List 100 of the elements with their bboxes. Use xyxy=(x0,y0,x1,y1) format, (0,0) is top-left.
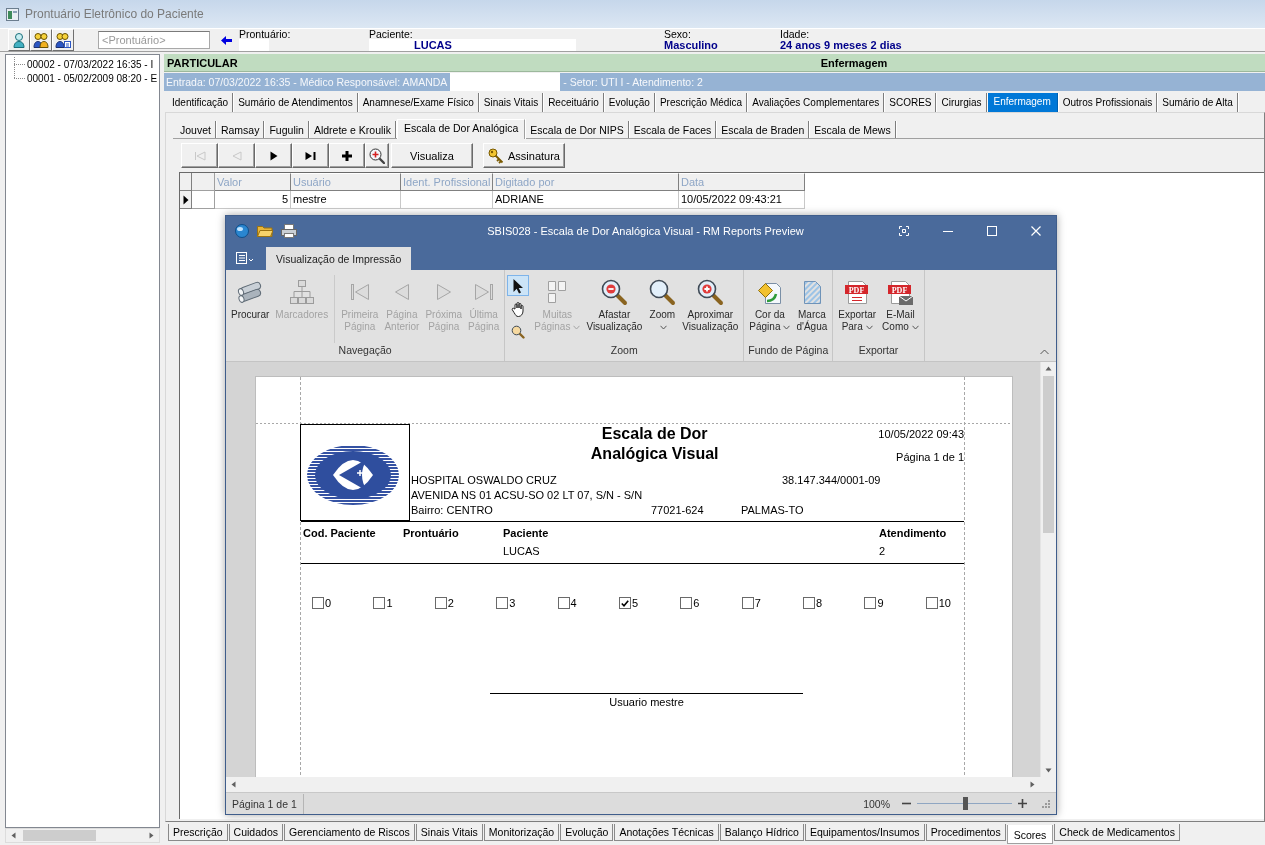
tab[interactable]: Avaliações Complementares xyxy=(748,93,885,112)
hand-icon xyxy=(510,300,527,317)
zoom-options-button[interactable]: Zoom xyxy=(645,275,680,336)
horizontal-scrollbar[interactable] xyxy=(226,777,1040,792)
page-color-button[interactable]: Cor da Página xyxy=(746,275,794,336)
tree-item[interactable]: 00001 - 05/02/2009 08:20 - E xyxy=(27,71,158,85)
tab[interactable]: Enfermagem xyxy=(987,93,1058,112)
zoom-button[interactable] xyxy=(365,143,389,168)
plus-icon[interactable] xyxy=(1018,799,1027,808)
key-icon xyxy=(488,147,504,164)
field-label: Idade: xyxy=(780,29,811,39)
hospital-cnpj: 38.147.344/0001-09 xyxy=(782,473,882,486)
tab[interactable]: Receituário xyxy=(544,93,604,112)
last-icon xyxy=(305,150,316,161)
report-column-header: Atendimento xyxy=(879,526,948,540)
scrollbar-thumb[interactable] xyxy=(1043,376,1054,533)
toolbar-button[interactable] xyxy=(52,29,74,51)
bottom-tab[interactable]: Scores xyxy=(1006,825,1054,844)
add-record-button[interactable] xyxy=(329,143,365,168)
report-value: LUCAS xyxy=(503,544,541,558)
bottom-tab[interactable]: Procedimentos xyxy=(925,824,1006,841)
value-field: LUCAS xyxy=(369,39,576,51)
scale-value: 10 xyxy=(938,597,951,609)
hospital-district: Bairro: CENTRO xyxy=(411,503,494,516)
slider-thumb[interactable] xyxy=(962,797,968,810)
scrollbar-thumb[interactable] xyxy=(23,830,96,841)
bottom-tab[interactable]: Monitorização xyxy=(483,824,560,841)
horizontal-scrollbar[interactable] xyxy=(5,828,160,843)
signature-button[interactable]: Assinatura xyxy=(483,143,565,168)
report-column-header: Cod. Paciente xyxy=(303,526,377,540)
menu-icon[interactable] xyxy=(236,252,254,264)
score-tab[interactable]: Ramsay xyxy=(216,121,265,138)
tab[interactable]: Anamnese/Exame Físico xyxy=(358,93,479,112)
export-button[interactable]: PDF Exportar Para xyxy=(835,275,880,336)
tab[interactable]: Prescrição Médica xyxy=(655,93,748,112)
resize-grip-icon[interactable] xyxy=(1041,799,1050,808)
record-number-field[interactable]: <Prontuário> xyxy=(98,31,210,49)
zoom-in-button[interactable]: Aproximar Visualização xyxy=(679,275,742,336)
score-tab[interactable]: Escala de Dor Analógica xyxy=(396,119,526,139)
people-card-icon xyxy=(55,32,71,48)
score-tab[interactable]: Jouvet xyxy=(176,121,216,138)
bottom-tab[interactable]: Evolução xyxy=(560,824,614,841)
watermark-button[interactable]: Marca d'Água xyxy=(793,275,831,336)
report-column-header: Prontuário xyxy=(403,526,460,540)
printer-icon[interactable] xyxy=(281,223,297,238)
next-record-button[interactable] xyxy=(255,143,292,168)
arrow-left-icon[interactable] xyxy=(10,832,17,839)
table-cell xyxy=(192,191,215,209)
maximize-icon[interactable] xyxy=(987,225,997,236)
arrow-left-icon[interactable] xyxy=(230,781,237,788)
view-button[interactable]: Visualiza xyxy=(391,143,473,168)
bottom-tab[interactable]: Equipamentos/Insumos xyxy=(804,824,925,841)
tab[interactable]: Sumário de Alta xyxy=(1158,93,1238,112)
tab[interactable]: Outros Profissionais xyxy=(1058,93,1158,112)
pointer-tool[interactable] xyxy=(507,275,530,296)
tab[interactable]: SCORES xyxy=(885,93,937,112)
grid-corner xyxy=(180,173,192,191)
bottom-tab[interactable]: Anotações Técnicas xyxy=(614,824,719,841)
ribbon-group-label: Zoom xyxy=(609,344,639,358)
zoom-out-button[interactable]: Afastar Visualização xyxy=(583,275,646,336)
ribbon-tab[interactable]: Visualização de Impressão xyxy=(266,247,412,270)
folder-icon[interactable] xyxy=(257,224,273,237)
score-tab[interactable]: Escala de Faces xyxy=(629,121,717,138)
scale-value: 1 xyxy=(386,597,393,609)
focus-icon[interactable] xyxy=(899,225,909,236)
toolbar-button[interactable] xyxy=(8,29,30,51)
tab[interactable]: Sumário de Atendimentos xyxy=(234,93,358,112)
last-record-button[interactable] xyxy=(292,143,329,168)
close-icon[interactable] xyxy=(1031,225,1041,236)
tab[interactable]: Cirurgias xyxy=(937,93,987,112)
score-tab[interactable]: Escala de Dor NIPS xyxy=(526,121,629,138)
search-button[interactable]: Procurar xyxy=(228,275,273,324)
vertical-scrollbar[interactable] xyxy=(1040,362,1056,777)
tab[interactable]: Identificação xyxy=(168,93,234,112)
table-cell: 5 xyxy=(215,191,291,209)
bottom-tab[interactable]: Balanço Hídrico xyxy=(719,824,804,841)
globe-icon[interactable] xyxy=(235,223,249,238)
email-button[interactable]: PDF E-Mail Como xyxy=(879,275,922,336)
table-cell: 10/05/2022 09:43:21 xyxy=(679,191,805,209)
tree-item[interactable]: 00002 - 07/03/2022 16:35 - I xyxy=(27,57,154,71)
bottom-tab[interactable]: Prescrição xyxy=(168,824,228,841)
bottom-tab[interactable]: Cuidados xyxy=(228,824,283,841)
back-arrow-icon[interactable] xyxy=(221,35,232,45)
row-indicator[interactable] xyxy=(180,191,192,209)
arrow-right-icon[interactable] xyxy=(148,832,155,839)
score-tab[interactable]: Escala de Braden xyxy=(717,121,810,138)
bottom-tab[interactable]: Check de Medicamentos xyxy=(1054,824,1180,841)
arrow-down-icon[interactable] xyxy=(1045,767,1052,774)
toolbar-button[interactable] xyxy=(30,29,52,51)
arrow-up-icon[interactable] xyxy=(1045,365,1052,372)
table-cell: mestre xyxy=(291,191,401,209)
score-tab[interactable]: Aldrete e Kroulik xyxy=(309,121,396,138)
score-tab[interactable]: Escala de Mews xyxy=(810,121,896,138)
tab[interactable]: Evolução xyxy=(604,93,655,112)
bottom-tab[interactable]: Gerenciamento de Riscos xyxy=(284,824,415,841)
score-tab[interactable]: Fugulin xyxy=(265,121,309,138)
tab[interactable]: Sinais Vitais xyxy=(479,93,544,112)
zoom-in-icon xyxy=(369,147,385,164)
bottom-tab[interactable]: Sinais Vitais xyxy=(415,824,483,841)
arrow-right-icon[interactable] xyxy=(1029,781,1036,788)
